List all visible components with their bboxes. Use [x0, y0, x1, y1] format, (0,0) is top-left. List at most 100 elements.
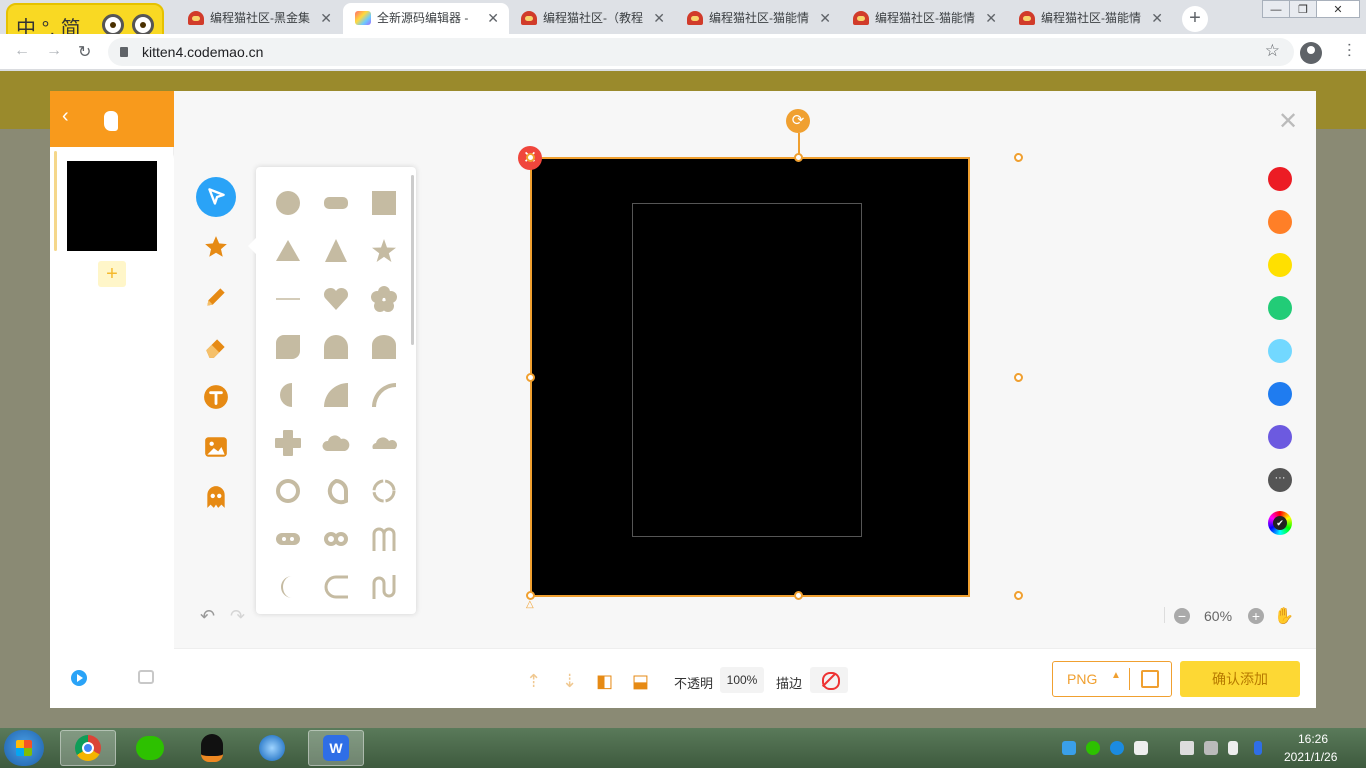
star-shape-icon[interactable]	[360, 227, 408, 275]
dome-corner-shape-icon[interactable]	[312, 323, 360, 371]
resize-handle[interactable]	[1014, 153, 1023, 162]
tab-2-active[interactable]: 全新源码编辑器 - ✕	[343, 3, 509, 34]
color-swatch-red[interactable]	[1268, 167, 1292, 191]
hand-pan-icon[interactable]: ✋	[1274, 606, 1294, 626]
resize-handle[interactable]	[526, 153, 535, 162]
confirm-add-button[interactable]: 确认添加	[1180, 661, 1300, 697]
close-icon[interactable]: ✕	[985, 3, 997, 34]
color-swatch-light-blue[interactable]	[1268, 339, 1292, 363]
circle-shape-icon[interactable]	[264, 179, 312, 227]
half-circle-shape-icon[interactable]	[264, 371, 312, 419]
rotate-handle-icon[interactable]: ⟳	[786, 109, 810, 133]
address-bar[interactable]: kitten4.codemao.cn ☆	[108, 38, 1294, 66]
bookmark-star-icon[interactable]: ☆	[1265, 41, 1280, 61]
layer-down-icon[interactable]: ⇣	[562, 671, 577, 692]
tab-1[interactable]: 编程猫社区-黑金集 ✕	[176, 3, 342, 34]
resize-handle[interactable]	[526, 373, 535, 382]
speech-ring-shape-icon[interactable]	[312, 467, 360, 515]
drawing-canvas[interactable]	[530, 157, 970, 597]
shape-tool[interactable]	[196, 227, 236, 267]
rounded-rect-shape-icon[interactable]	[312, 179, 360, 227]
forward-arrow-icon[interactable]: →	[46, 42, 62, 60]
close-icon[interactable]: ✕	[1151, 3, 1163, 34]
anchor-point-icon[interactable]: △	[526, 599, 534, 610]
tray-wechat-icon[interactable]	[1086, 741, 1100, 755]
flower-shape-icon[interactable]	[360, 275, 408, 323]
tray-browser-icon[interactable]	[1110, 741, 1124, 755]
no-stroke-icon[interactable]	[810, 667, 848, 693]
tray-usb-icon[interactable]	[1134, 741, 1148, 755]
feedback-icon[interactable]	[138, 670, 154, 684]
network-icon[interactable]	[1204, 741, 1218, 755]
export-format-select[interactable]: PNG ▲	[1052, 661, 1172, 697]
line-shape-icon[interactable]	[264, 275, 312, 323]
add-costume-button[interactable]: +	[98, 261, 126, 287]
url-text[interactable]: kitten4.codemao.cn	[142, 44, 263, 60]
more-colors-icon[interactable]: ···	[1268, 468, 1292, 492]
taskbar-chrome[interactable]	[60, 730, 116, 766]
flip-vertical-icon[interactable]: ⬓	[632, 671, 649, 692]
undo-icon[interactable]: ↶	[200, 606, 215, 627]
close-icon[interactable]: ✕	[653, 3, 665, 34]
reload-icon[interactable]: ↻	[78, 42, 91, 62]
double-ring-shape-icon[interactable]	[312, 515, 360, 563]
palette-scrollbar[interactable]	[411, 175, 414, 345]
maximize-button[interactable]: ❐	[1289, 0, 1317, 18]
tab-3[interactable]: 编程猫社区-（教程 ✕	[509, 3, 675, 34]
select-tool[interactable]	[196, 177, 236, 217]
arc-shape-icon[interactable]	[360, 371, 408, 419]
wave-shape-icon[interactable]	[360, 563, 408, 611]
quarter-circle-shape-icon[interactable]	[312, 371, 360, 419]
layer-up-icon[interactable]: ⇡	[526, 671, 541, 692]
pill-holes-shape-icon[interactable]	[264, 515, 312, 563]
close-icon[interactable]: ✕	[320, 3, 332, 34]
leaf-shape-icon[interactable]	[264, 323, 312, 371]
clock-time[interactable]: 16:26	[1298, 732, 1328, 746]
cross-shape-icon[interactable]	[264, 419, 312, 467]
start-button[interactable]	[4, 730, 44, 766]
costume-thumbnail[interactable]	[67, 161, 157, 251]
new-tab-button[interactable]: +	[1182, 6, 1208, 32]
back-chevron-icon[interactable]: ‹	[62, 105, 69, 128]
opacity-input[interactable]: 100%	[720, 667, 764, 693]
eraser-tool[interactable]	[196, 327, 236, 367]
color-wheel-icon[interactable]	[1268, 511, 1292, 535]
taskbar-qq[interactable]	[184, 730, 240, 766]
triangle-shape-icon[interactable]	[264, 227, 312, 275]
resize-handle[interactable]	[1014, 591, 1023, 600]
bluetooth-icon[interactable]	[1254, 741, 1262, 755]
character-tool[interactable]	[196, 477, 236, 517]
resize-handle[interactable]	[1014, 373, 1023, 382]
tab-4[interactable]: 编程猫社区-猫能情 ✕	[675, 3, 841, 34]
taskbar-browser[interactable]	[244, 730, 300, 766]
tab-6[interactable]: 编程猫社区-猫能情 ✕	[1007, 3, 1173, 34]
color-swatch-blue[interactable]	[1268, 382, 1292, 406]
close-icon[interactable]: ✕	[487, 3, 499, 34]
window-close-button[interactable]: ✕	[1316, 0, 1360, 18]
crescent-shape-icon[interactable]	[264, 563, 312, 611]
ring-shape-icon[interactable]	[264, 467, 312, 515]
color-swatch-green[interactable]	[1268, 296, 1292, 320]
minimize-button[interactable]: —	[1262, 0, 1290, 18]
cloud-shape-icon[interactable]	[312, 419, 360, 467]
flip-horizontal-icon[interactable]: ◧	[596, 671, 613, 692]
dashed-ring-shape-icon[interactable]	[360, 467, 408, 515]
back-arrow-icon[interactable]: ←	[14, 42, 30, 60]
taskbar-wps[interactable]: W	[308, 730, 364, 766]
profile-avatar-icon[interactable]	[1300, 42, 1322, 64]
pen-tool[interactable]	[196, 277, 236, 317]
color-swatch-purple[interactable]	[1268, 425, 1292, 449]
signal-icon[interactable]	[1228, 741, 1238, 755]
play-icon[interactable]	[71, 670, 87, 686]
clock-date[interactable]: 2021/1/26	[1284, 750, 1337, 764]
m-shape-icon[interactable]	[360, 515, 408, 563]
tab-5[interactable]: 编程猫社区-猫能情 ✕	[841, 3, 1007, 34]
redo-icon[interactable]: ↷	[230, 606, 245, 627]
color-swatch-orange[interactable]	[1268, 210, 1292, 234]
square-shape-icon[interactable]	[360, 179, 408, 227]
arch-shape-icon[interactable]	[360, 323, 408, 371]
color-swatch-yellow[interactable]	[1268, 253, 1292, 277]
triangle-tall-shape-icon[interactable]	[312, 227, 360, 275]
modal-close-icon[interactable]: ✕	[1278, 107, 1298, 136]
volume-icon[interactable]	[1180, 741, 1194, 755]
